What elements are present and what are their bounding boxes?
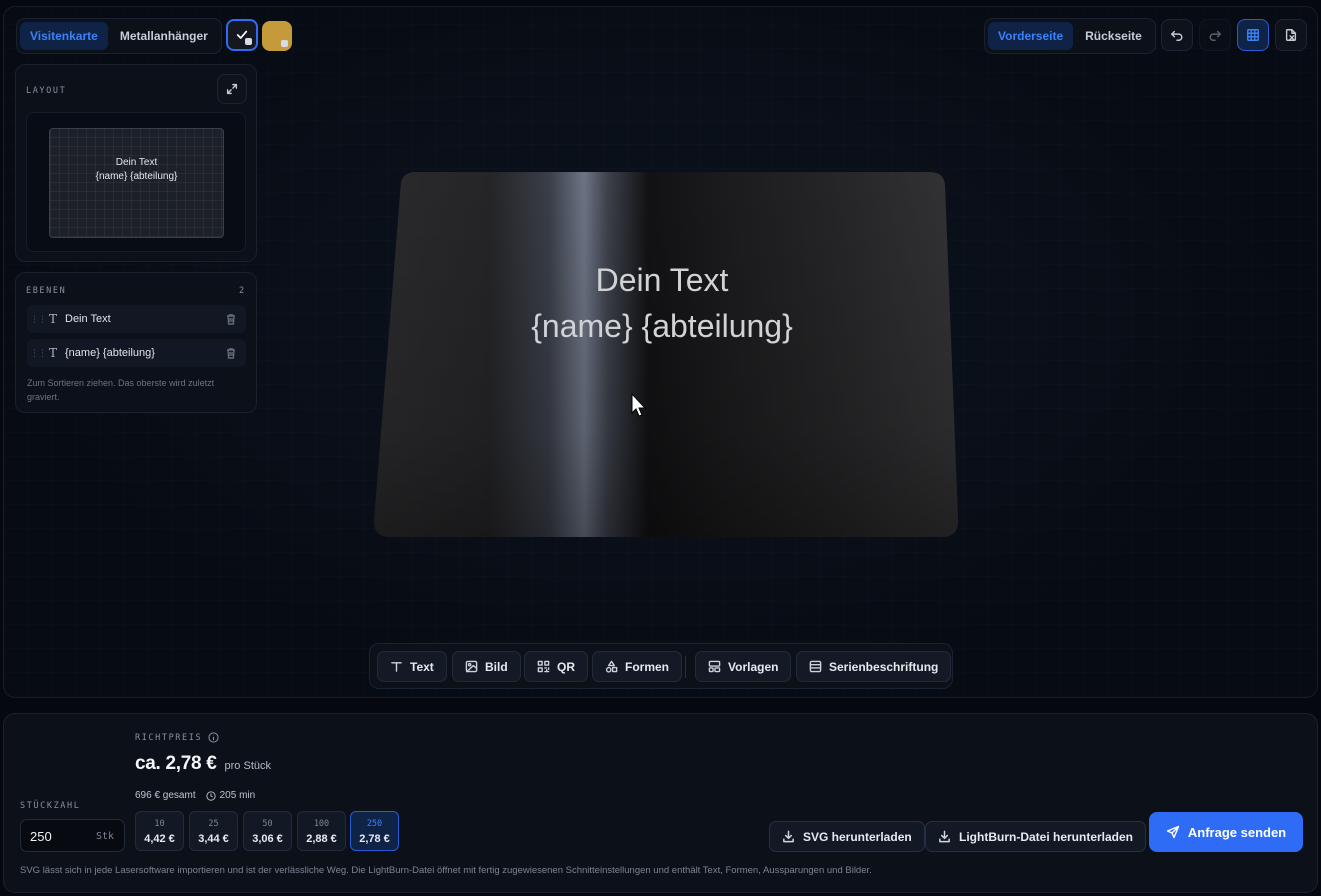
info-icon[interactable] [208,732,219,743]
tier-price: 3,44 € [198,833,229,845]
tier-qty: 100 [313,819,330,829]
editor-canvas-area: Visitenkarte Metallanhänger Vorderseite … [3,6,1318,698]
tier-button[interactable]: 250 2,78 € [350,811,399,851]
shapes-icon [605,660,618,673]
tier-button[interactable]: 100 2,88 € [297,811,346,851]
download-icon [939,830,950,843]
add-shapes-label: Formen [625,659,670,674]
quantity-label: STÜCKZAHL [20,801,81,811]
unit-price-suffix: pro Stück [224,760,271,772]
tier-price: 3,06 € [252,833,283,845]
download-icon [783,830,794,843]
image-icon [465,660,478,673]
tier-price: 2,78 € [359,833,390,845]
price-row: ca. 2,78 € pro Stück [135,753,271,775]
total-price: 696 € gesamt [135,790,196,801]
card-text-line1[interactable]: Dein Text [596,262,729,298]
svg-download-label: SVG herunterladen [803,829,912,844]
serial-table-icon [809,660,822,673]
text-icon [391,662,402,672]
add-image-label: Bild [485,659,508,674]
send-request-button[interactable]: Anfrage senden [1149,812,1303,852]
tier-price: 4,42 € [144,833,175,845]
tier-button[interactable]: 10 4,42 € [135,811,184,851]
time-value: 205 min [219,790,256,801]
add-text-button[interactable]: Text [377,651,447,682]
quantity-input[interactable]: 250 Stk [20,819,125,852]
templates-icon [708,660,721,673]
qr-icon [537,660,550,673]
insert-toolbar: Text Bild QR Formen Vorlagen Serienbesch… [369,643,953,689]
svg-download-button[interactable]: SVG herunterladen [769,821,925,852]
tier-qty: 50 [262,819,273,829]
tier-button[interactable]: 50 3,06 € [243,811,292,851]
card-3d-preview[interactable]: Dein Text {name} {abteilung} [4,7,1319,699]
clock-icon [205,790,216,801]
footer-note: SVG lässt sich in jede Lasersoftware imp… [20,865,872,876]
price-meta: 696 € gesamt 205 min [135,790,255,801]
lightburn-download-label: LightBurn-Datei herunterladen [959,829,1134,844]
templates-label: Vorlagen [728,659,779,674]
send-icon [1166,825,1180,839]
tier-qty: 25 [208,819,219,829]
templates-button[interactable]: Vorlagen [695,651,792,682]
lightburn-download-button[interactable]: LightBurn-Datei herunterladen [925,821,1147,852]
add-text-label: Text [410,659,434,674]
tier-qty: 250 [366,819,383,829]
add-shapes-button[interactable]: Formen [592,651,683,682]
tier-qty: 10 [154,819,165,829]
toolbar-divider [685,656,686,678]
add-qr-label: QR [557,659,575,674]
send-request-label: Anfrage senden [1187,824,1287,840]
card-text-line2[interactable]: {name} {abteilung} [531,308,793,344]
add-image-button[interactable]: Bild [452,651,521,682]
pricing-panel: RICHTPREIS ca. 2,78 € pro Stück 696 € ge… [3,713,1318,893]
price-label: RICHTPREIS [135,732,219,743]
serial-labeling-button[interactable]: Serienbeschriftung [796,651,952,682]
time-estimate: 205 min [205,790,256,801]
quantity-value: 250 [30,829,52,844]
richtpreis-label: RICHTPREIS [135,732,203,743]
serial-labeling-label: Serienbeschriftung [829,659,939,674]
add-qr-button[interactable]: QR [524,651,588,682]
tier-button[interactable]: 25 3,44 € [189,811,238,851]
quantity-unit: Stk [95,831,114,842]
unit-price: ca. 2,78 € [135,753,217,774]
tier-price: 2,88 € [306,833,337,845]
